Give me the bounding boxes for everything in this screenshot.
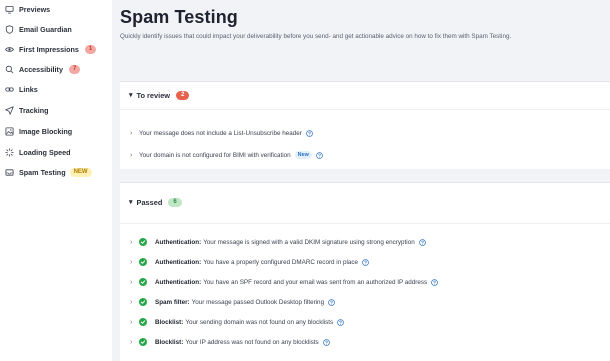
sidebar-item-label: Links	[19, 84, 38, 94]
passed-item-label: Blocklist:	[155, 318, 184, 326]
review-item: › Your domain is not configured for BIMI…	[130, 149, 323, 161]
sidebar-item-label: Tracking	[19, 105, 49, 115]
sidebar-item-first-impressions[interactable]: First Impressions 1	[0, 40, 112, 58]
passed-item: › Spam filter: Your message passed Outlo…	[130, 296, 335, 308]
sidebar-item-tracking[interactable]: Tracking	[0, 101, 112, 119]
passed-header[interactable]: ▾ Passed 6	[129, 189, 182, 215]
bullet-caret: ›	[130, 338, 133, 346]
check-icon	[139, 258, 147, 266]
sidebar-item-label: Previews	[19, 4, 51, 14]
check-icon	[139, 238, 147, 246]
sidebar-item-label: Accessibility	[19, 64, 63, 74]
page-title: Spam Testing	[120, 7, 238, 27]
passed-item-text: Your sending domain was not found on any…	[185, 318, 334, 326]
bullet-caret: ›	[130, 258, 133, 266]
divider	[120, 109, 610, 110]
issue-count-badge: 7	[68, 64, 81, 74]
eye-icon	[5, 45, 14, 54]
passed-item-label: Authentication:	[155, 278, 202, 286]
check-icon	[139, 298, 147, 306]
passed-item-text: Your IP address was not found on any blo…	[185, 338, 319, 346]
sidebar-item-image-blocking[interactable]: Image Blocking	[0, 122, 112, 140]
sidebar-item-label: Image Blocking	[19, 126, 73, 136]
passed-item-label: Authentication:	[155, 238, 202, 246]
spinner-icon	[5, 147, 14, 157]
new-badge: NEW	[69, 167, 92, 177]
to-review-section: ▾ To review 2 › Your message does not in…	[120, 81, 610, 169]
review-item-text: Your message does not include a List-Uns…	[139, 129, 302, 137]
passed-item-text: You have a properly configured DMARC rec…	[203, 258, 359, 266]
sidebar-item-links[interactable]: Links	[0, 80, 112, 98]
divider	[120, 223, 610, 224]
passed-item-text: You have an SPF record and your email wa…	[203, 278, 428, 286]
help-icon[interactable]	[322, 338, 330, 346]
main-content: Spam Testing Quickly identify issues tha…	[112, 0, 610, 361]
link-icon	[5, 85, 14, 94]
passed-item: › Authentication: Your message is signed…	[130, 236, 426, 248]
passed-item-label: Blocklist:	[155, 338, 184, 346]
sidebar-item-accessibility[interactable]: Accessibility 7	[0, 60, 112, 78]
inbox-icon	[5, 168, 14, 177]
magnifier-icon	[5, 65, 14, 74]
bullet-caret: ›	[130, 298, 133, 306]
passed-item: › Authentication: You have an SPF record…	[130, 276, 439, 288]
passed-item: › Blocklist: Your IP address was not fou…	[130, 336, 330, 348]
check-icon	[139, 338, 147, 346]
sidebar-item-loading-speed[interactable]: Loading Speed	[0, 143, 112, 161]
send-icon	[5, 105, 14, 115]
sidebar-item-label: First Impressions	[19, 44, 79, 54]
section-title: To review	[136, 90, 171, 100]
passed-item: › Blocklist: Your sending domain was not…	[130, 316, 344, 328]
collapse-caret-icon: ▾	[129, 92, 133, 99]
page-subtitle: Quickly identify issues that could impac…	[120, 33, 512, 40]
passed-item-label: Spam filter:	[155, 298, 190, 306]
section-title: Passed	[136, 197, 163, 207]
sidebar-item-label: Spam Testing	[19, 167, 66, 177]
check-icon	[139, 278, 147, 286]
issue-count-badge: 1	[84, 44, 97, 54]
bullet-caret: ›	[130, 278, 133, 286]
bullet-caret: ›	[130, 129, 133, 137]
help-icon[interactable]	[362, 258, 369, 266]
check-icon	[139, 318, 147, 326]
help-icon[interactable]	[306, 129, 313, 137]
passed-item: › Authentication: You have a properly co…	[130, 256, 369, 268]
passed-item-label: Authentication:	[155, 258, 202, 266]
sidebar: Previews Email Guardian First Impression…	[0, 0, 112, 361]
help-icon[interactable]	[431, 278, 439, 286]
sidebar-item-spam-testing[interactable]: Spam Testing NEW	[0, 163, 112, 181]
review-item: › Your message does not include a List-U…	[130, 127, 313, 139]
passed-count-badge: 6	[168, 197, 182, 207]
sidebar-item-email-guardian[interactable]: Email Guardian	[0, 20, 112, 38]
sidebar-item-label: Email Guardian	[19, 24, 72, 34]
bullet-caret: ›	[130, 151, 133, 159]
help-icon[interactable]	[315, 151, 323, 159]
monitor-icon	[5, 5, 14, 14]
passed-item-text: Your message is signed with a valid DKIM…	[203, 238, 415, 246]
to-review-header[interactable]: ▾ To review 2	[129, 82, 190, 108]
sidebar-item-previews[interactable]: Previews	[0, 0, 112, 18]
image-icon	[5, 126, 14, 136]
review-item-text: Your domain is not configured for BIMI w…	[139, 151, 291, 159]
passed-section: ▾ Passed 6 › Authentication: Your messag…	[120, 182, 610, 361]
new-badge: New	[294, 151, 312, 159]
help-icon[interactable]	[337, 318, 344, 326]
help-icon[interactable]	[328, 298, 335, 306]
passed-item-text: Your message passed Outlook Desktop filt…	[191, 298, 325, 306]
help-icon[interactable]	[418, 238, 426, 246]
collapse-caret-icon: ▾	[129, 199, 133, 206]
bullet-caret: ›	[130, 318, 133, 326]
sidebar-item-label: Loading Speed	[19, 147, 71, 157]
shield-icon	[5, 24, 14, 34]
bullet-caret: ›	[130, 238, 133, 246]
review-count-badge: 2	[176, 90, 190, 100]
